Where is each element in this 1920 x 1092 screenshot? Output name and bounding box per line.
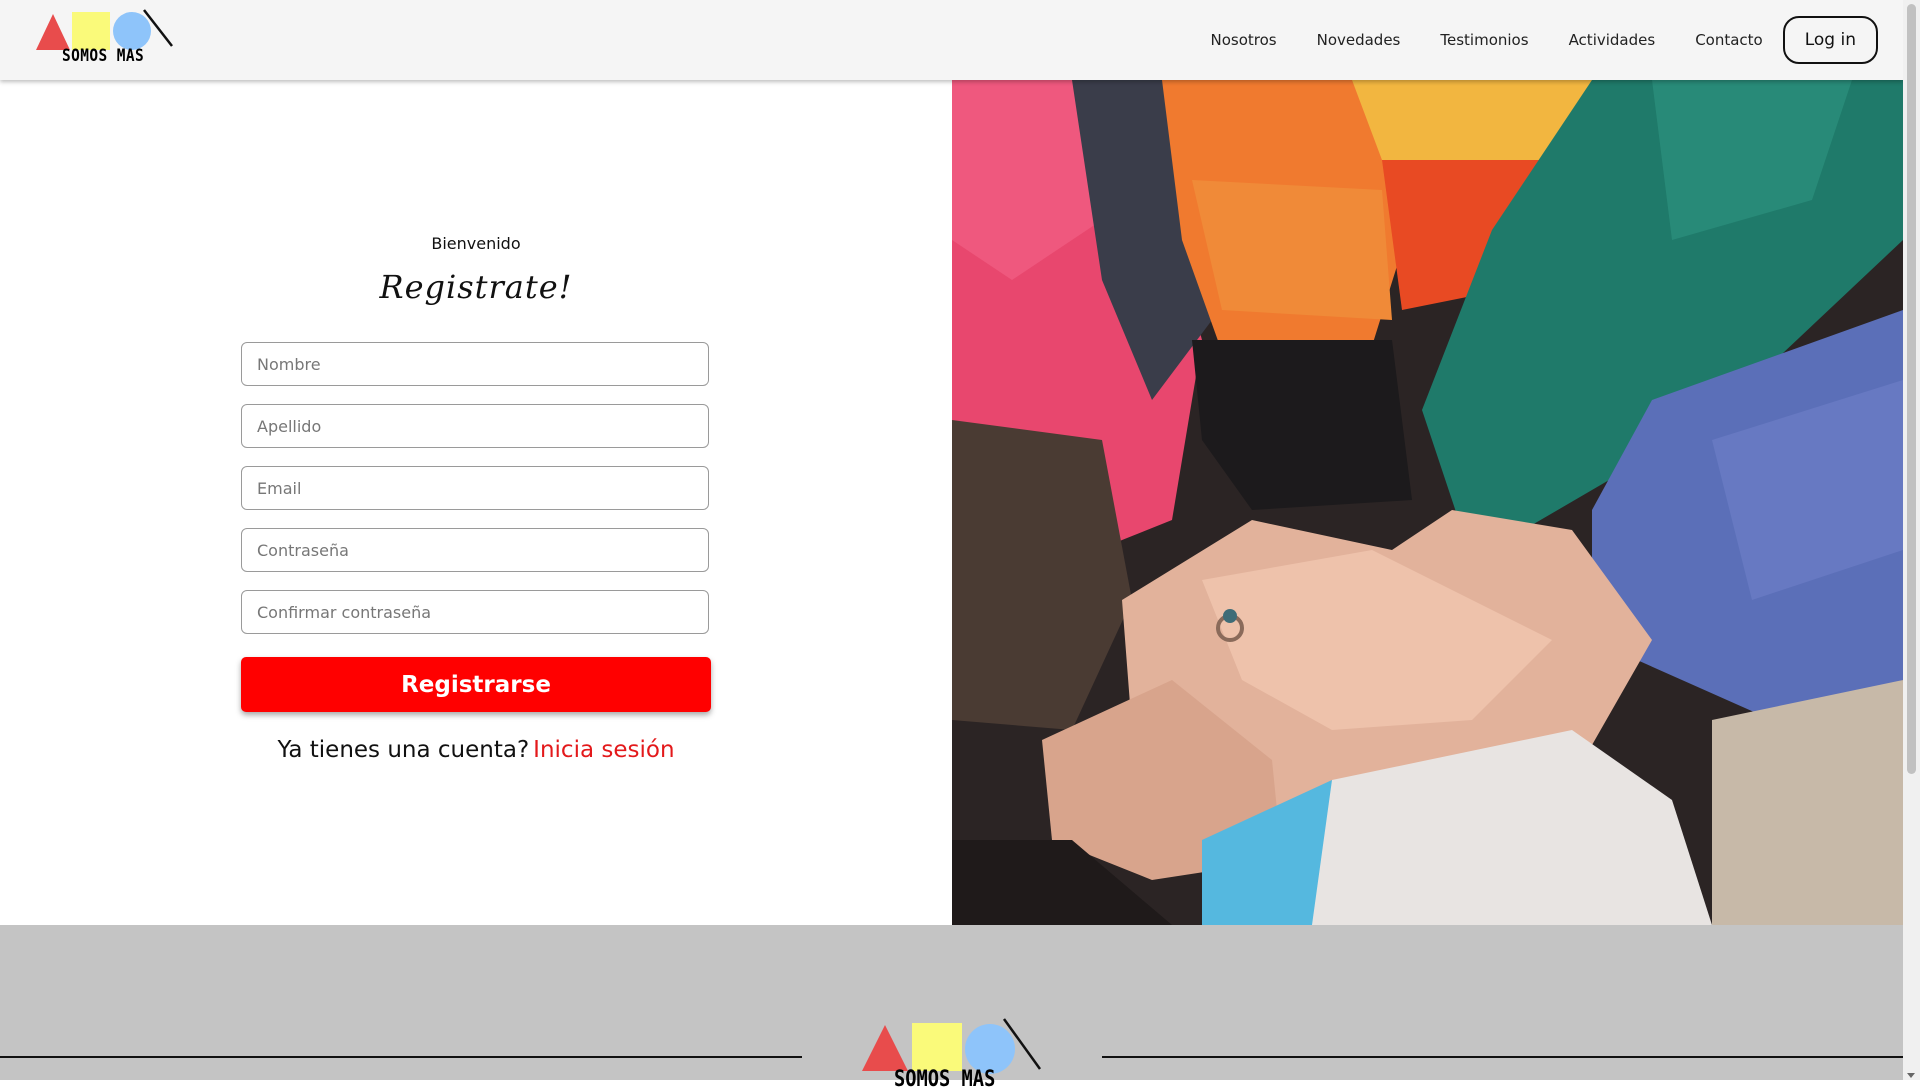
main-content: Bienvenido Registrate! Registrarse Ya ti…	[0, 80, 1903, 925]
scrollbar-thumb[interactable]	[1907, 4, 1916, 774]
nav-actividades[interactable]: Actividades	[1569, 31, 1656, 49]
scroll-down-icon[interactable]	[1907, 1073, 1915, 1078]
footer-divider-left	[0, 1056, 802, 1058]
site-footer: SOMOS MAS	[0, 925, 1903, 1092]
email-input[interactable]	[241, 466, 709, 510]
stacked-hands-photo	[952, 80, 1903, 925]
register-form: Bienvenido Registrate! Registrarse Ya ti…	[0, 80, 952, 925]
login-link[interactable]: Inicia sesión	[533, 737, 674, 763]
somos-mas-logo[interactable]: SOMOS MAS	[36, 8, 176, 68]
nav-testimonios[interactable]: Testimonios	[1440, 31, 1528, 49]
footer-logo[interactable]: SOMOS MAS	[860, 1017, 1060, 1092]
main-nav: Nosotros Novedades Testimonios Actividad…	[1170, 16, 1878, 64]
apellido-input[interactable]	[241, 404, 709, 448]
nav-nosotros[interactable]: Nosotros	[1210, 31, 1276, 49]
nombre-input[interactable]	[241, 342, 709, 386]
hands-image-icon	[952, 80, 1903, 925]
nav-contacto[interactable]: Contacto	[1695, 31, 1763, 49]
account-line: Ya tienes una cuenta? Inicia sesión	[241, 737, 711, 763]
site-header: SOMOS MAS Nosotros Novedades Testimonios…	[0, 0, 1903, 80]
page-scrollbar[interactable]	[1903, 0, 1920, 1080]
welcome-text: Bienvenido	[431, 234, 521, 253]
password-input[interactable]	[241, 528, 709, 572]
login-button[interactable]: Log in	[1782, 16, 1878, 64]
account-question: Ya tienes una cuenta?	[277, 737, 530, 763]
nav-novedades[interactable]: Novedades	[1317, 31, 1401, 49]
register-title: Registrate!	[379, 268, 573, 306]
confirm-password-input[interactable]	[241, 590, 709, 634]
logo-text: SOMOS MAS	[62, 46, 145, 66]
footer-divider-right	[1102, 1056, 1903, 1058]
register-button[interactable]: Registrarse	[241, 657, 711, 712]
